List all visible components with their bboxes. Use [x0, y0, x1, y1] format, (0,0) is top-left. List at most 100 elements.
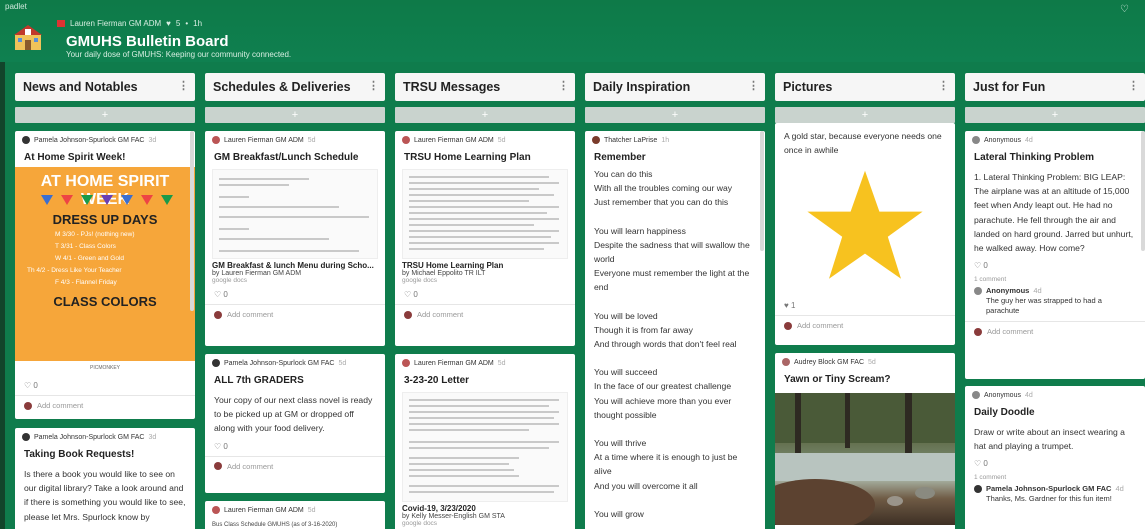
- post-card[interactable]: A gold star, because everyone needs one …: [775, 123, 955, 345]
- add-comment-label: Add comment: [797, 321, 844, 331]
- avatar: [212, 506, 220, 514]
- post-card[interactable]: Audrey Block GM FAC 5d Yawn or Tiny Screa…: [775, 353, 955, 529]
- avatar: [22, 136, 30, 144]
- column-header[interactable]: Daily Inspiration ⋮: [585, 73, 765, 101]
- post-author: Lauren Fierman GM ADM 5d: [395, 131, 575, 144]
- post-card[interactable]: Lauren Fierman GM ADM 5d 3-23-20 Letter C…: [395, 354, 575, 529]
- add-comment-button[interactable]: Add comment: [15, 396, 195, 415]
- post-card[interactable]: Lauren Fierman GM ADM 5d Bus Class Schedu…: [205, 501, 385, 529]
- poem-line: Though it is from far away: [594, 324, 693, 335]
- scrollbar[interactable]: [760, 131, 764, 251]
- column-header[interactable]: News and Notables ⋮: [15, 73, 195, 101]
- user-avatar: [784, 321, 792, 330]
- document-preview[interactable]: [212, 169, 378, 259]
- add-post-button[interactable]: +: [395, 107, 575, 123]
- document-preview[interactable]: [402, 169, 568, 259]
- poem-line: [594, 422, 756, 436]
- scrollbar[interactable]: [190, 131, 194, 311]
- add-comment-label: Add comment: [227, 461, 274, 471]
- column-header[interactable]: TRSU Messages ⋮: [395, 73, 575, 101]
- post-author: Pamela Johnson-Spurlock GM FAC 3d: [15, 428, 195, 441]
- board-header: padlet ♡ Lauren Fierman GM ADM ♥ 5 • 1h …: [0, 0, 1145, 62]
- column-header[interactable]: Pictures ⋮: [775, 73, 955, 101]
- star-icon: [807, 171, 923, 280]
- attachment-title: TRSU Home Learning Plan: [402, 261, 504, 270]
- user-avatar: [24, 401, 32, 410]
- post-card[interactable]: Pamela Johnson-Spurlock GM FAC 3d Taking …: [15, 428, 195, 529]
- add-comment-button[interactable]: Add comment: [205, 457, 385, 476]
- add-post-button[interactable]: +: [775, 107, 955, 123]
- post-age: 3d: [148, 136, 157, 144]
- add-comment-button[interactable]: Add comment: [965, 322, 1145, 341]
- more-options-icon[interactable]: ⋮: [558, 79, 569, 92]
- like-count[interactable]: ♡ 0: [395, 284, 575, 299]
- author-name: Pamela Johnson-Spurlock GM FAC: [34, 136, 145, 144]
- poster-day: T 3/31 - Class Colors: [55, 243, 116, 250]
- board-author[interactable]: Lauren Fierman GM ADM: [70, 19, 161, 28]
- comment-count[interactable]: 1 comment: [965, 270, 1145, 283]
- post-card[interactable]: Lauren Fierman GM ADM 5d TRSU Home Learni…: [395, 131, 575, 346]
- post-body: 1. Lateral Thinking Problem: BIG LEAP: T…: [974, 172, 1134, 254]
- post-card[interactable]: Pamela Johnson-Spurlock GM FAC 3d At Home…: [15, 131, 195, 419]
- poem-line: And through words that don't feel real: [594, 339, 737, 350]
- add-comment-button[interactable]: Add comment: [205, 305, 385, 324]
- like-count[interactable]: ♡ 0: [205, 284, 385, 299]
- post-age: 1h: [661, 136, 670, 144]
- scrollbar[interactable]: [1141, 131, 1145, 251]
- column-header[interactable]: Schedules & Deliveries ⋮: [205, 73, 385, 101]
- post-age: 5d: [868, 358, 876, 366]
- comment: Anonymous 4d The guy her was strapped to …: [965, 283, 1145, 316]
- poem-line: [594, 351, 756, 365]
- like-count[interactable]: ♥ 1: [775, 295, 955, 310]
- more-options-icon[interactable]: ⋮: [368, 79, 379, 92]
- add-comment-label: Add comment: [227, 310, 274, 319]
- add-post-button[interactable]: +: [15, 107, 195, 123]
- column-pictures: Pictures ⋮ + A gold star, because everyon…: [775, 73, 955, 529]
- gold-star-image[interactable]: [775, 157, 955, 295]
- more-options-icon[interactable]: ⋮: [938, 79, 949, 92]
- column-title: TRSU Messages: [403, 80, 501, 94]
- post-card[interactable]: Thatcher LaPrise 1h Remember You can do t…: [585, 131, 765, 529]
- attachment-title: Bus Class Schedule GMUHS (as of 3-16-202…: [212, 522, 338, 528]
- dog-river-photo[interactable]: [775, 393, 955, 525]
- user-avatar: [214, 462, 222, 471]
- like-count[interactable]: ♡ 0: [15, 375, 195, 390]
- post-author: Lauren Fierman GM ADM 5d: [395, 354, 575, 367]
- add-post-button[interactable]: +: [965, 107, 1145, 123]
- like-count[interactable]: ♡ 0: [205, 436, 385, 451]
- column-title: News and Notables: [23, 80, 138, 94]
- more-options-icon[interactable]: ⋮: [1128, 79, 1139, 92]
- document-preview[interactable]: [402, 392, 568, 502]
- post-card[interactable]: Anonymous 4d Lateral Thinking Problem 1. …: [965, 131, 1145, 379]
- poem-line: With all the troubles coming our way: [594, 183, 733, 194]
- column-header[interactable]: Just for Fun ⋮: [965, 73, 1145, 101]
- add-comment-button[interactable]: Add comment: [395, 305, 575, 324]
- like-count[interactable]: ♡ 0: [965, 255, 1145, 270]
- user-avatar: [974, 327, 982, 336]
- add-post-button[interactable]: +: [585, 107, 765, 123]
- more-options-icon[interactable]: ⋮: [748, 79, 759, 92]
- spirit-week-poster[interactable]: AT HOME SPIRIT WEEK DRESS UP DAYS M 3/30…: [15, 167, 195, 375]
- avatar: [402, 136, 410, 144]
- author-name: Thatcher LaPrise: [604, 136, 658, 144]
- poem-line: In the face of our greatest challenge: [594, 381, 732, 392]
- like-value: 0: [413, 290, 418, 299]
- avatar: [22, 433, 30, 441]
- padlet-logo[interactable]: padlet: [5, 2, 27, 11]
- comment-count[interactable]: 1 comment: [965, 468, 1145, 481]
- heart-icon[interactable]: ♡: [1120, 4, 1129, 15]
- like-value: 0: [33, 381, 38, 390]
- avatar: [212, 359, 220, 367]
- post-card[interactable]: Pamela Johnson-Spurlock GM FAC 5d ALL 7th…: [205, 354, 385, 493]
- post-card[interactable]: Anonymous 4d Daily Doodle Draw or write a…: [965, 386, 1145, 529]
- add-post-button[interactable]: +: [205, 107, 385, 123]
- add-comment-button[interactable]: Add comment: [775, 316, 955, 335]
- more-options-icon[interactable]: ⋮: [178, 79, 189, 92]
- like-count[interactable]: ♡ 0: [965, 453, 1145, 468]
- author-name: Anonymous: [984, 391, 1021, 399]
- post-body: Your copy of our next class novel is rea…: [214, 395, 373, 434]
- post-author: Anonymous 4d: [965, 386, 1145, 399]
- post-title: Taking Book Requests!: [24, 449, 135, 460]
- post-card[interactable]: Lauren Fierman GM ADM 5d GM Breakfast/Lun…: [205, 131, 385, 346]
- poem-line: You will be loved: [594, 310, 658, 321]
